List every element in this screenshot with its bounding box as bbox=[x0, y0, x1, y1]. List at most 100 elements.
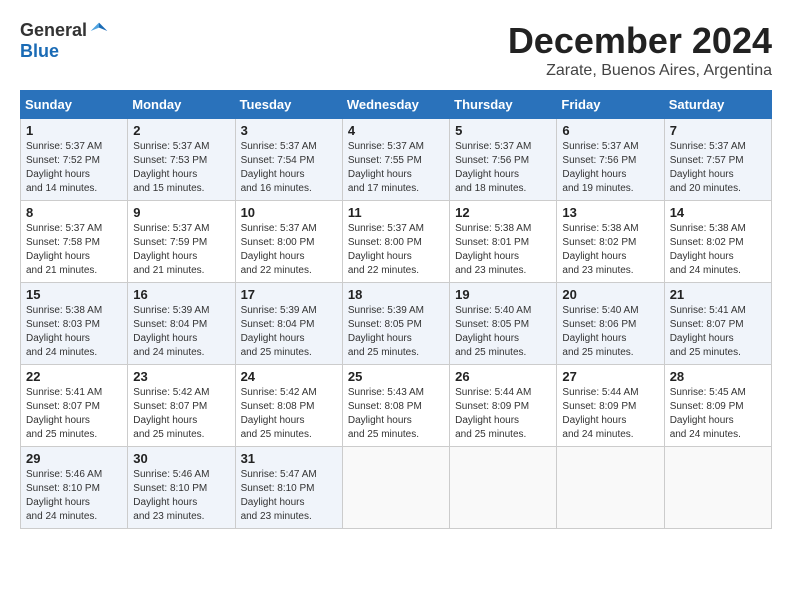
day-number: 29 bbox=[26, 451, 122, 466]
day-info: Sunrise: 5:38 AMSunset: 8:01 PMDaylight … bbox=[455, 222, 551, 278]
day-number: 31 bbox=[241, 451, 337, 466]
day-number: 16 bbox=[133, 287, 229, 302]
day-number: 12 bbox=[455, 205, 551, 220]
table-row: 8 Sunrise: 5:37 AMSunset: 7:58 PMDaylight… bbox=[21, 201, 128, 283]
logo-blue-text: Blue bbox=[20, 41, 59, 62]
calendar-week-row: 29 Sunrise: 5:46 AMSunset: 8:10 PMDayligh… bbox=[21, 447, 772, 529]
table-row: 1Sunrise: 5:37 AMSunset: 7:52 PMDaylight… bbox=[21, 119, 128, 201]
day-info: Sunrise: 5:38 AMSunset: 8:03 PMDaylight … bbox=[26, 304, 122, 360]
day-info: Sunrise: 5:37 AMSunset: 7:57 PMDaylight … bbox=[670, 140, 766, 196]
day-info: Sunrise: 5:46 AMSunset: 8:10 PMDaylight … bbox=[133, 468, 229, 524]
title-area: December 2024 Zarate, Buenos Aires, Arge… bbox=[508, 20, 772, 80]
col-tuesday: Tuesday bbox=[235, 91, 342, 119]
day-info: Sunrise: 5:40 AMSunset: 8:05 PMDaylight … bbox=[455, 304, 551, 360]
day-number: 3 bbox=[241, 123, 337, 138]
day-number: 21 bbox=[670, 287, 766, 302]
day-info: Sunrise: 5:43 AMSunset: 8:08 PMDaylight … bbox=[348, 386, 444, 442]
day-info: Sunrise: 5:45 AMSunset: 8:09 PMDaylight … bbox=[670, 386, 766, 442]
day-info: Sunrise: 5:40 AMSunset: 8:06 PMDaylight … bbox=[562, 304, 658, 360]
day-info: Sunrise: 5:37 AMSunset: 8:00 PMDaylight … bbox=[348, 222, 444, 278]
logo-general-text: General bbox=[20, 20, 87, 41]
calendar-week-row: 15 Sunrise: 5:38 AMSunset: 8:03 PMDayligh… bbox=[21, 283, 772, 365]
table-row bbox=[450, 447, 557, 529]
table-row bbox=[557, 447, 664, 529]
day-info: Sunrise: 5:46 AMSunset: 8:10 PMDaylight … bbox=[26, 468, 122, 524]
day-info: Sunrise: 5:37 AMSunset: 7:56 PMDaylight … bbox=[455, 140, 551, 196]
day-number: 17 bbox=[241, 287, 337, 302]
day-info: Sunrise: 5:37 AMSunset: 7:59 PMDaylight … bbox=[133, 222, 229, 278]
table-row: 30 Sunrise: 5:46 AMSunset: 8:10 PMDayligh… bbox=[128, 447, 235, 529]
day-info: Sunrise: 5:41 AMSunset: 8:07 PMDaylight … bbox=[26, 386, 122, 442]
day-number: 15 bbox=[26, 287, 122, 302]
day-number: 24 bbox=[241, 369, 337, 384]
day-number: 5 bbox=[455, 123, 551, 138]
day-number: 18 bbox=[348, 287, 444, 302]
day-info: Sunrise: 5:39 AMSunset: 8:04 PMDaylight … bbox=[133, 304, 229, 360]
col-sunday: Sunday bbox=[21, 91, 128, 119]
col-saturday: Saturday bbox=[664, 91, 771, 119]
day-number: 13 bbox=[562, 205, 658, 220]
table-row: 26 Sunrise: 5:44 AMSunset: 8:09 PMDayligh… bbox=[450, 365, 557, 447]
day-number: 4 bbox=[348, 123, 444, 138]
day-number: 6 bbox=[562, 123, 658, 138]
table-row: 15 Sunrise: 5:38 AMSunset: 8:03 PMDayligh… bbox=[21, 283, 128, 365]
day-number: 1 bbox=[26, 123, 122, 138]
table-row: 25 Sunrise: 5:43 AMSunset: 8:08 PMDayligh… bbox=[342, 365, 449, 447]
table-row: 10Sunrise: 5:37 AMSunset: 8:00 PMDayligh… bbox=[235, 201, 342, 283]
table-row: 19Sunrise: 5:40 AMSunset: 8:05 PMDayligh… bbox=[450, 283, 557, 365]
calendar-week-row: 8 Sunrise: 5:37 AMSunset: 7:58 PMDaylight… bbox=[21, 201, 772, 283]
day-number: 2 bbox=[133, 123, 229, 138]
calendar-week-row: 1Sunrise: 5:37 AMSunset: 7:52 PMDaylight… bbox=[21, 119, 772, 201]
table-row: 5 Sunrise: 5:37 AMSunset: 7:56 PMDaylight… bbox=[450, 119, 557, 201]
day-info: Sunrise: 5:38 AMSunset: 8:02 PMDaylight … bbox=[670, 222, 766, 278]
table-row: 13 Sunrise: 5:38 AMSunset: 8:02 PMDayligh… bbox=[557, 201, 664, 283]
table-row: 31 Sunrise: 5:47 AMSunset: 8:10 PMDayligh… bbox=[235, 447, 342, 529]
day-info: Sunrise: 5:37 AMSunset: 7:56 PMDaylight … bbox=[562, 140, 658, 196]
table-row bbox=[342, 447, 449, 529]
logo: General Blue bbox=[20, 20, 109, 62]
day-info: Sunrise: 5:37 AMSunset: 7:58 PMDaylight … bbox=[26, 222, 122, 278]
table-row: 14 Sunrise: 5:38 AMSunset: 8:02 PMDayligh… bbox=[664, 201, 771, 283]
day-info: Sunrise: 5:42 AMSunset: 8:08 PMDaylight … bbox=[241, 386, 337, 442]
day-number: 20 bbox=[562, 287, 658, 302]
col-monday: Monday bbox=[128, 91, 235, 119]
day-number: 28 bbox=[670, 369, 766, 384]
day-info: Sunrise: 5:38 AMSunset: 8:02 PMDaylight … bbox=[562, 222, 658, 278]
table-row: 29 Sunrise: 5:46 AMSunset: 8:10 PMDayligh… bbox=[21, 447, 128, 529]
table-row: 27Sunrise: 5:44 AMSunset: 8:09 PMDayligh… bbox=[557, 365, 664, 447]
day-info: Sunrise: 5:37 AMSunset: 7:55 PMDaylight … bbox=[348, 140, 444, 196]
day-number: 25 bbox=[348, 369, 444, 384]
table-row: 24 Sunrise: 5:42 AMSunset: 8:08 PMDayligh… bbox=[235, 365, 342, 447]
day-info: Sunrise: 5:39 AMSunset: 8:05 PMDaylight … bbox=[348, 304, 444, 360]
day-info: Sunrise: 5:47 AMSunset: 8:10 PMDaylight … bbox=[241, 468, 337, 524]
col-wednesday: Wednesday bbox=[342, 91, 449, 119]
day-info: Sunrise: 5:37 AMSunset: 7:53 PMDaylight … bbox=[133, 140, 229, 196]
calendar-table: Sunday Monday Tuesday Wednesday Thursday… bbox=[20, 90, 772, 529]
day-number: 27 bbox=[562, 369, 658, 384]
day-info: Sunrise: 5:42 AMSunset: 8:07 PMDaylight … bbox=[133, 386, 229, 442]
table-row bbox=[664, 447, 771, 529]
table-row: 20 Sunrise: 5:40 AMSunset: 8:06 PMDayligh… bbox=[557, 283, 664, 365]
day-number: 10 bbox=[241, 205, 337, 220]
table-row: 18 Sunrise: 5:39 AMSunset: 8:05 PMDayligh… bbox=[342, 283, 449, 365]
table-row: 2 Sunrise: 5:37 AMSunset: 7:53 PMDaylight… bbox=[128, 119, 235, 201]
day-number: 22 bbox=[26, 369, 122, 384]
day-number: 7 bbox=[670, 123, 766, 138]
table-row: 6 Sunrise: 5:37 AMSunset: 7:56 PMDaylight… bbox=[557, 119, 664, 201]
day-info: Sunrise: 5:39 AMSunset: 8:04 PMDaylight … bbox=[241, 304, 337, 360]
logo-icon bbox=[89, 21, 109, 41]
day-number: 11 bbox=[348, 205, 444, 220]
day-info: Sunrise: 5:37 AMSunset: 7:54 PMDaylight … bbox=[241, 140, 337, 196]
table-row: 16 Sunrise: 5:39 AMSunset: 8:04 PMDayligh… bbox=[128, 283, 235, 365]
table-row: 28 Sunrise: 5:45 AMSunset: 8:09 PMDayligh… bbox=[664, 365, 771, 447]
day-info: Sunrise: 5:41 AMSunset: 8:07 PMDaylight … bbox=[670, 304, 766, 360]
day-info: Sunrise: 5:44 AMSunset: 8:09 PMDaylight … bbox=[455, 386, 551, 442]
day-number: 8 bbox=[26, 205, 122, 220]
day-number: 30 bbox=[133, 451, 229, 466]
table-row: 17 Sunrise: 5:39 AMSunset: 8:04 PMDayligh… bbox=[235, 283, 342, 365]
calendar-header-row: Sunday Monday Tuesday Wednesday Thursday… bbox=[21, 91, 772, 119]
table-row: 23Sunrise: 5:42 AMSunset: 8:07 PMDayligh… bbox=[128, 365, 235, 447]
day-number: 26 bbox=[455, 369, 551, 384]
day-number: 14 bbox=[670, 205, 766, 220]
col-thursday: Thursday bbox=[450, 91, 557, 119]
